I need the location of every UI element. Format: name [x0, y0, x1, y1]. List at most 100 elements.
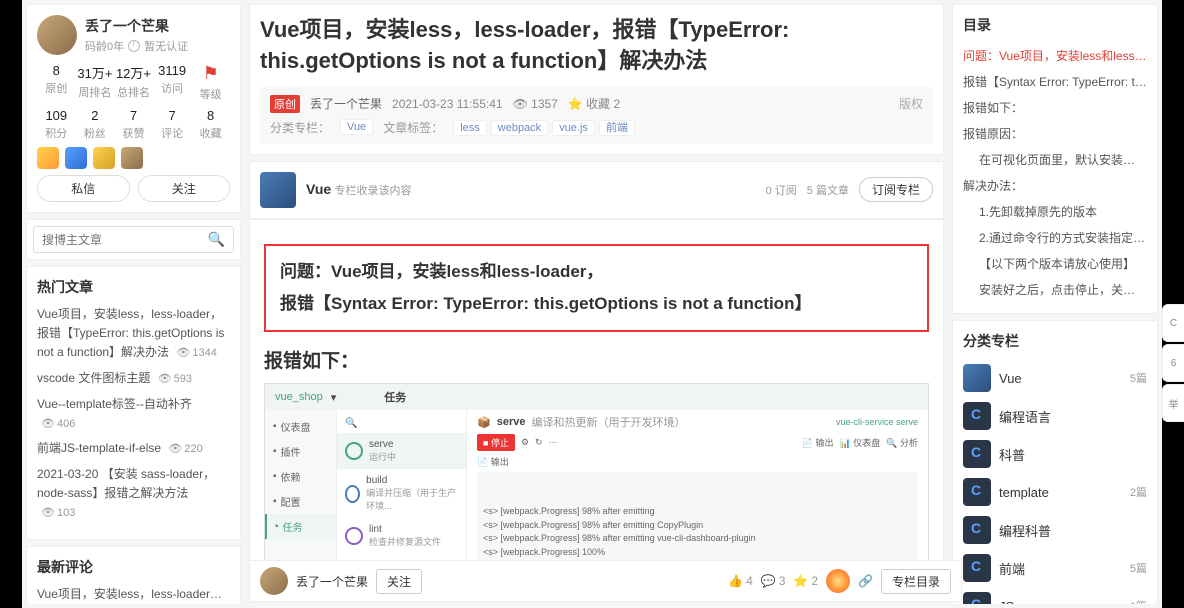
stat-num[interactable]: 8: [37, 63, 76, 78]
category-label: 分类专栏：: [270, 119, 330, 136]
toc-item[interactable]: 问题：Vue项目，安装less和less-loader，: [963, 43, 1147, 69]
stat-num[interactable]: 3119: [153, 63, 192, 78]
stat-num[interactable]: 7: [153, 108, 192, 123]
column-sub: 专栏收录该内容: [335, 185, 412, 197]
float-button[interactable]: 6: [1162, 344, 1184, 382]
share-button[interactable]: 🔗: [858, 574, 873, 588]
stat-label: 原创: [37, 80, 76, 96]
stat-label: 周排名: [76, 84, 115, 100]
stat-num[interactable]: 7: [114, 108, 153, 123]
favorite-count[interactable]: ⭐ 收藏 2: [568, 95, 620, 112]
hot-article-item[interactable]: vscode 文件图标主题 👁593: [37, 369, 230, 389]
category-item[interactable]: 科普: [963, 435, 1147, 473]
message-button[interactable]: 私信: [37, 175, 130, 202]
category-item[interactable]: JS1篇: [963, 587, 1147, 604]
ss-nav-item: ▪仪表盘: [265, 414, 336, 439]
ss-nav-item: ▪任务: [265, 514, 336, 539]
stat-label: 收藏: [191, 125, 230, 141]
toc-item[interactable]: 报错【Syntax Error: TypeError: this.get...: [963, 69, 1147, 95]
search-box[interactable]: 🔍: [33, 226, 234, 253]
badge-row: [37, 147, 230, 169]
category-item[interactable]: 编程科普: [963, 511, 1147, 549]
tags-label: 文章标签：: [383, 119, 443, 136]
article-title: Vue项目，安装less，less-loader，报错【TypeError: t…: [260, 15, 933, 77]
category-item[interactable]: Vue5篇: [963, 359, 1147, 397]
stat-label: 总排名: [114, 84, 153, 100]
badge-icon: [93, 147, 115, 169]
hot-article-item[interactable]: Vue项目，安装less，less-loader，报错【TypeError: t…: [37, 305, 230, 363]
category-icon: [963, 364, 991, 392]
verify-icon: [128, 40, 140, 52]
article-footer-bar: 丢了一个芒果 关注 👍 4 💬 3 ⭐ 2 🔗 专栏目录: [249, 560, 962, 602]
comment-button[interactable]: 💬 3: [761, 574, 786, 588]
verify-label: 暂无认证: [144, 38, 188, 54]
toc-item[interactable]: 解决办法：: [963, 173, 1147, 199]
category-item[interactable]: template2篇: [963, 473, 1147, 511]
ss-nav-item: ▪依赖: [265, 464, 336, 489]
search-input[interactable]: [42, 233, 208, 247]
category-value[interactable]: Vue: [340, 119, 373, 135]
comments-title: 最新评论: [37, 557, 230, 577]
hot-title: 热门文章: [37, 277, 230, 297]
stat-num[interactable]: 8: [191, 108, 230, 123]
category-icon: [963, 440, 991, 468]
badge-icon: [121, 147, 143, 169]
category-item[interactable]: 编程语言: [963, 397, 1147, 435]
toc-item[interactable]: 在可视化页面里，默认安装最新版本...: [963, 147, 1147, 173]
stat-num[interactable]: 2: [76, 108, 115, 123]
star-button[interactable]: ⭐ 2: [793, 574, 818, 588]
article-tag[interactable]: 前端: [599, 120, 635, 136]
toc-item[interactable]: 安装好之后，点击停止，关闭项目页...: [963, 277, 1147, 303]
article-author[interactable]: 丢了一个芒果: [310, 95, 382, 112]
search-icon[interactable]: 🔍: [208, 231, 225, 248]
hot-article-item[interactable]: 前端JS-template-if-else 👁220: [37, 439, 230, 459]
profile-card: 丢了一个芒果 码龄0年 暂无认证 8 原创31万+ 周排名 12万+ 总排名3119 访问…: [26, 4, 241, 213]
stat-label: 获赞: [114, 125, 153, 141]
error-line-1: 问题：Vue项目，安装less和less-loader，: [280, 256, 913, 288]
category-icon: [963, 554, 991, 582]
author-name[interactable]: 丢了一个芒果: [85, 16, 188, 36]
comment-item[interactable]: Vue项目，安装less，less-loader，报错...: [37, 585, 230, 604]
stat-num[interactable]: 12万+: [114, 63, 153, 82]
toc-item[interactable]: 【以下两个版本请放心使用】: [963, 251, 1147, 277]
project-name: vue_shop: [275, 391, 323, 403]
follow-button[interactable]: 关注: [138, 175, 231, 202]
like-button[interactable]: 👍 4: [728, 574, 753, 588]
category-icon: [963, 592, 991, 604]
toc-item[interactable]: 1.先卸载掉原先的版本: [963, 199, 1147, 225]
footer-author[interactable]: 丢了一个芒果: [296, 573, 368, 590]
stop-button: ■ 停止: [477, 434, 515, 451]
avatar[interactable]: [37, 15, 77, 55]
toc-item[interactable]: 2.通过命令行的方式安装指定的版本...: [963, 225, 1147, 251]
hot-article-item[interactable]: Vue--template标签--自动补齐 👁406: [37, 395, 230, 434]
article-tag[interactable]: vue.js: [552, 120, 595, 136]
code-age: 码龄0年: [85, 38, 124, 54]
article-tag[interactable]: less: [453, 120, 487, 136]
error-highlight-box: 问题：Vue项目，安装less和less-loader， 报错【Syntax E…: [264, 244, 929, 333]
stat-label: 粉丝: [76, 125, 115, 141]
category-item[interactable]: 前端5篇: [963, 549, 1147, 587]
stat-num[interactable]: ⚑: [191, 63, 230, 84]
stat-label: 积分: [37, 125, 76, 141]
article-date: 2021-03-23 11:55:41: [392, 97, 503, 111]
article-tag[interactable]: webpack: [491, 120, 548, 136]
toc-title: 目录: [963, 15, 1147, 35]
stat-num[interactable]: 109: [37, 108, 76, 123]
toc-item[interactable]: 报错原因：: [963, 121, 1147, 147]
footer-follow-button[interactable]: 关注: [376, 569, 422, 594]
column-name[interactable]: Vue: [306, 181, 331, 197]
hot-article-item[interactable]: 2021-03-20 【安装 sass-loader，node-sass】报错之…: [37, 465, 230, 523]
float-button[interactable]: 举: [1162, 384, 1184, 422]
category-icon: [963, 478, 991, 506]
toc-item[interactable]: 报错如下：: [963, 95, 1147, 121]
footer-avatar[interactable]: [260, 567, 288, 595]
catalog-button[interactable]: 专栏目录: [881, 569, 951, 594]
subscribe-button[interactable]: 订阅专栏: [859, 177, 933, 202]
copyright-label[interactable]: 版权: [899, 95, 923, 112]
stat-num[interactable]: 31万+: [76, 63, 115, 82]
categories-card: 分类专栏 Vue5篇编程语言科普template2篇编程科普前端5篇JS1篇: [952, 320, 1158, 604]
fire-icon[interactable]: [826, 569, 850, 593]
float-button[interactable]: C: [1162, 304, 1184, 342]
stat-label: 访问: [153, 80, 192, 96]
sub-count: 0 订阅: [766, 182, 797, 198]
